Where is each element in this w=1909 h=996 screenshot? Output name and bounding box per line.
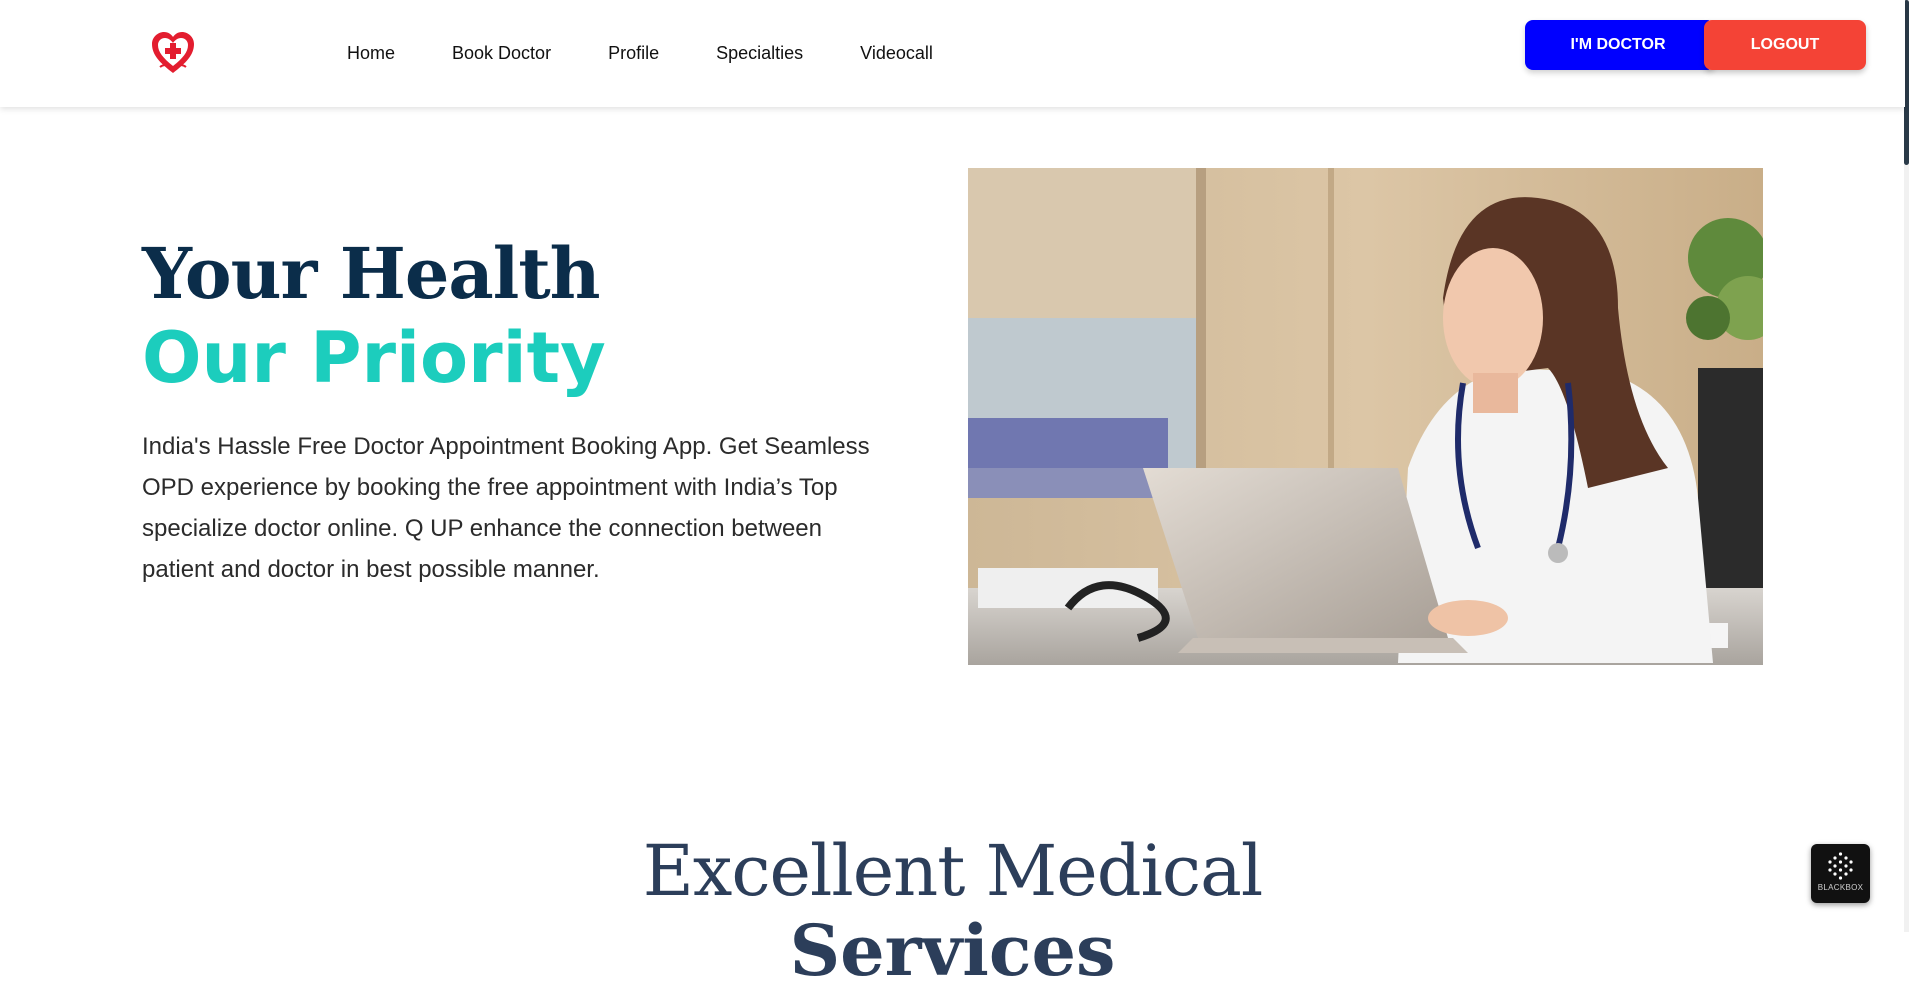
blackbox-widget-button[interactable]: BLACKBOX — [1811, 844, 1870, 903]
hero-doctor-image — [968, 168, 1763, 665]
hero-description: India's Hassle Free Doctor Appointment B… — [142, 433, 870, 583]
blackbox-logo-icon — [1828, 852, 1853, 880]
hero-title-line2: Our Priority — [142, 317, 606, 399]
nav-videocall[interactable]: Videocall — [860, 43, 933, 64]
heart-plus-icon[interactable] — [150, 31, 196, 75]
top-header: Home Book Doctor Profile Specialties Vid… — [0, 0, 1905, 107]
widget-label: BLACKBOX — [1817, 883, 1864, 892]
logout-button[interactable]: LOGOUT — [1704, 20, 1866, 70]
section-heading-line2: Services — [789, 909, 1116, 992]
main-nav: Home Book Doctor Profile Specialties Vid… — [347, 0, 990, 107]
im-doctor-button[interactable]: I'M DOCTOR — [1525, 20, 1715, 70]
page-scrollbar[interactable] — [1904, 0, 1909, 932]
nav-home[interactable]: Home — [347, 43, 395, 64]
section-heading-line1: Excellent Medical — [642, 830, 1264, 912]
nav-book-doctor[interactable]: Book Doctor — [452, 43, 551, 64]
hero-title-line1: Your Health — [142, 232, 601, 315]
nav-specialties[interactable]: Specialties — [716, 43, 803, 64]
nav-profile[interactable]: Profile — [608, 43, 659, 64]
